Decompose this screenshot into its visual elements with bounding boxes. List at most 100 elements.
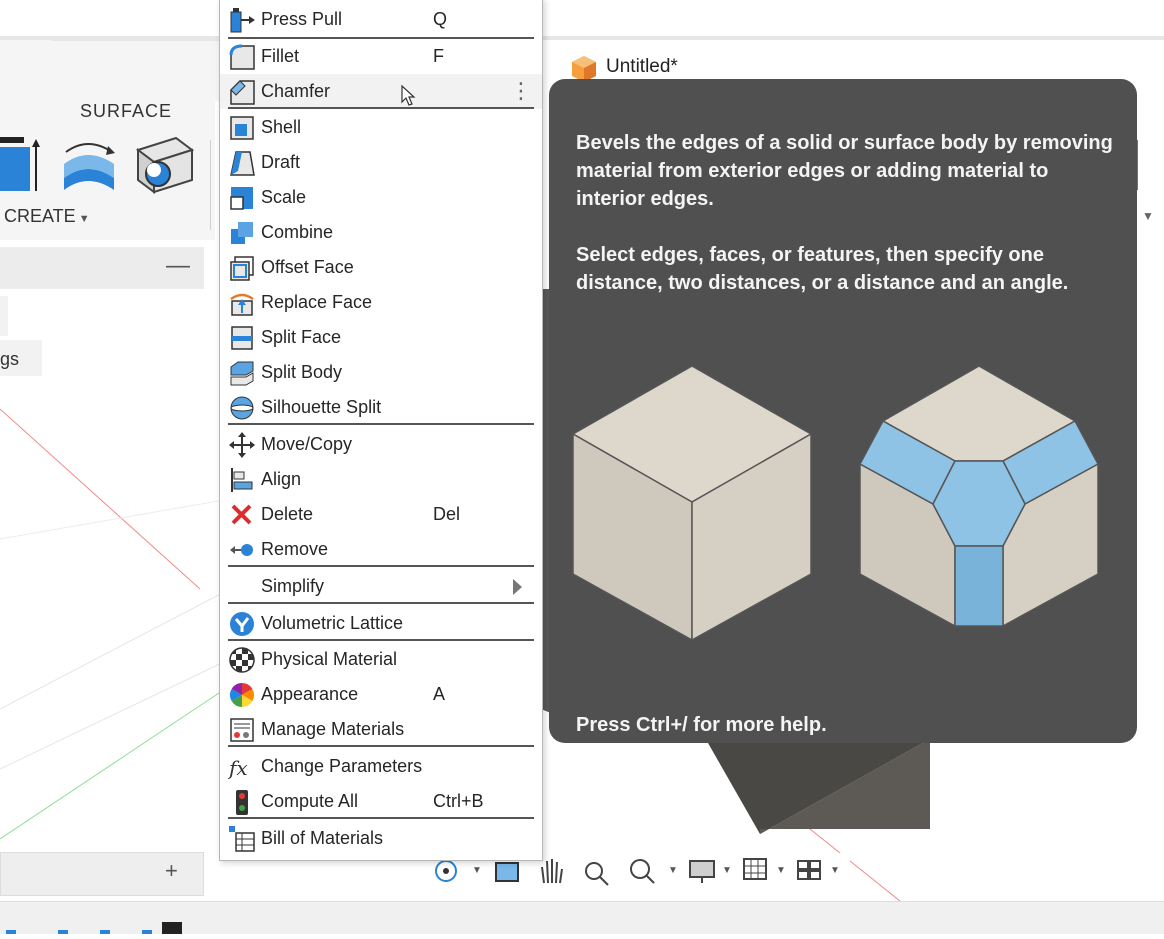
- chevron-down-icon[interactable]: ▼: [472, 865, 482, 876]
- grid-icon[interactable]: [740, 853, 774, 887]
- menu-item-volumetric-lattice[interactable]: Volumetric Lattice: [220, 606, 542, 641]
- more-options-icon[interactable]: ⋮: [510, 78, 532, 104]
- modify-dropdown-menu: Press Pull Q Fillet F Chamfer ⋮ Shell Dr…: [219, 0, 543, 861]
- menu-item-move-copy[interactable]: Move/Copy: [220, 427, 542, 462]
- chamfer-icon: [230, 80, 255, 105]
- menu-item-label: Silhouette Split: [261, 397, 382, 417]
- menu-item-label: Delete: [261, 504, 314, 524]
- menu-item-label: Draft: [261, 152, 301, 172]
- menu-item-label: Physical Material: [261, 649, 398, 669]
- browser-item[interactable]: [0, 296, 8, 336]
- menu-item-offset-face[interactable]: Offset Face: [220, 250, 542, 285]
- menu-item-chamfer[interactable]: Chamfer ⋮: [220, 74, 542, 109]
- menu-item-manage-materials[interactable]: Manage Materials: [220, 712, 542, 747]
- menu-item-label: Align: [261, 469, 302, 489]
- move-copy-icon: [229, 432, 255, 458]
- collapse-icon[interactable]: —: [166, 252, 190, 280]
- menu-item-label: Compute All: [261, 791, 359, 811]
- volumetric-lattice-icon: [230, 612, 254, 636]
- menu-separator: [228, 107, 534, 109]
- menu-separator: [228, 423, 534, 425]
- menu-item-label: Bill of Materials: [261, 828, 384, 848]
- draft-icon: [230, 151, 255, 176]
- menu-item-label: Split Face: [261, 327, 342, 347]
- menu-item-draft[interactable]: Draft: [220, 145, 542, 180]
- combine-icon: [231, 222, 253, 244]
- display-settings-icon[interactable]: [686, 853, 720, 887]
- mouse-cursor-icon: [401, 84, 416, 106]
- menu-item-split-face[interactable]: Split Face: [220, 320, 542, 355]
- menu-item-label: Appearance: [261, 684, 359, 704]
- svg-text:▼: ▼: [1142, 209, 1154, 220]
- menu-item-bill-of-materials[interactable]: Bill of Materials: [220, 821, 542, 856]
- document-title: Untitled*: [606, 56, 678, 77]
- menu-item-align[interactable]: Align: [220, 462, 542, 497]
- align-icon: [231, 468, 253, 492]
- cube-before-illustration: [571, 365, 813, 642]
- menu-item-split-body[interactable]: Split Body: [220, 355, 542, 390]
- menu-item-label: Shell: [261, 117, 302, 137]
- menu-item-fillet[interactable]: Fillet F: [220, 39, 542, 74]
- timeline-bar: [0, 901, 1164, 934]
- menu-item-label: Change Parameters: [261, 756, 423, 776]
- split-face-icon: [231, 326, 253, 350]
- delete-icon: [231, 504, 252, 525]
- menu-item-label: Fillet: [261, 46, 300, 66]
- remove-icon: [230, 544, 253, 556]
- chevron-down-icon[interactable]: ▼: [722, 865, 732, 876]
- chevron-down-icon[interactable]: ▼: [830, 865, 840, 876]
- zoom-icon[interactable]: [580, 853, 614, 887]
- menu-item-shortcut: Ctrl+B: [433, 791, 484, 811]
- fx-icon: fx: [228, 756, 248, 780]
- menu-item-label: Chamfer: [261, 81, 331, 101]
- ribbon-tab[interactable]: [52, 40, 222, 101]
- shell-icon: [230, 116, 254, 140]
- appearance-icon: [229, 683, 255, 707]
- menu-item-shortcut: Del: [433, 504, 461, 524]
- menu-item-press-pull[interactable]: Press Pull Q: [220, 2, 542, 37]
- menu-item-label: Press Pull: [261, 9, 343, 29]
- menu-item-appearance[interactable]: Appearance A: [220, 677, 542, 712]
- tooltip-instructions: Select edges, faces, or features, then s…: [576, 244, 1069, 294]
- offset-face-icon: [230, 256, 254, 281]
- menu-item-simplify[interactable]: Simplify: [220, 569, 542, 604]
- menu-item-label: Combine: [261, 222, 334, 242]
- menu-item-shell[interactable]: Shell: [220, 110, 542, 145]
- submenu-arrow-icon: [513, 579, 522, 595]
- menu-item-compute-all[interactable]: Compute All Ctrl+B: [220, 784, 542, 819]
- chevron-down-icon: ▼: [78, 213, 90, 225]
- menu-item-label: Simplify: [261, 576, 325, 596]
- menu-item-silhouette-split[interactable]: Silhouette Split: [220, 390, 542, 425]
- menu-item-label: Remove: [261, 539, 329, 559]
- menu-item-scale[interactable]: Scale: [220, 180, 542, 215]
- chevron-down-icon[interactable]: ▼: [668, 865, 678, 876]
- menu-item-shortcut: Q: [433, 9, 448, 29]
- timeline-controls[interactable]: [0, 902, 200, 934]
- menu-item-remove[interactable]: Remove: [220, 532, 542, 567]
- hole-tool-icon[interactable]: [136, 136, 196, 196]
- create-dropdown[interactable]: CREATE ▼: [4, 206, 90, 227]
- menu-item-label: Replace Face: [261, 292, 373, 312]
- extrude-tool-icon[interactable]: [0, 135, 42, 195]
- cube-after-chamfer-illustration: [858, 365, 1100, 628]
- menu-item-change-parameters[interactable]: fx Change Parameters: [220, 749, 542, 784]
- bill-of-materials-icon: [229, 826, 255, 852]
- menu-item-physical-material[interactable]: Physical Material: [220, 642, 542, 677]
- fit-icon[interactable]: [626, 853, 660, 887]
- manage-materials-icon: [230, 718, 254, 742]
- chevron-down-icon[interactable]: ▼: [776, 865, 786, 876]
- silhouette-split-icon: [230, 396, 254, 420]
- browser-item[interactable]: gs: [0, 340, 42, 376]
- menu-separator: [228, 602, 534, 604]
- menu-item-delete[interactable]: Delete Del: [220, 497, 542, 532]
- browser-item-label: gs: [0, 349, 20, 369]
- compute-all-icon: [236, 790, 248, 815]
- ribbon-divider: [210, 140, 211, 230]
- tooltip-description: Bevels the edges of a solid or surface b…: [576, 132, 1113, 210]
- add-icon[interactable]: +: [165, 858, 178, 884]
- menu-item-label: Scale: [261, 187, 307, 207]
- menu-item-combine[interactable]: Combine: [220, 215, 542, 250]
- viewports-icon[interactable]: [794, 853, 828, 887]
- revolve-tool-icon[interactable]: [58, 138, 120, 194]
- menu-item-replace-face[interactable]: Replace Face: [220, 285, 542, 320]
